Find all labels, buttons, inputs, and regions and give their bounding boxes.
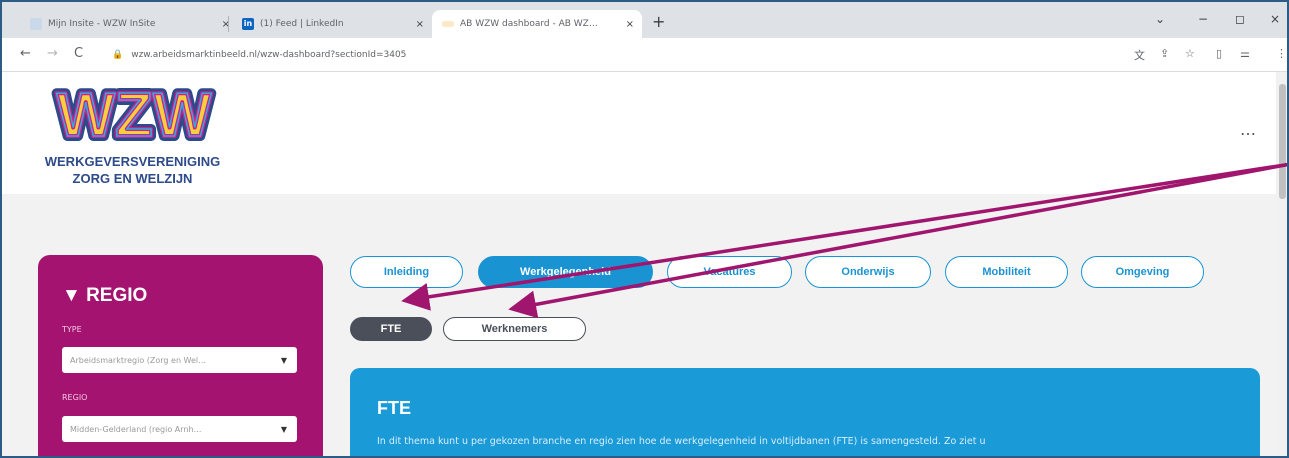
chevron-down-icon: ▼ <box>280 355 287 365</box>
screenshot-frame: Mijn Insite - WZW InSite × in (1) Feed |… <box>0 0 1289 458</box>
type-select[interactable]: Arbeidsmarktregio (Zorg en Wel… ▼ <box>62 347 297 373</box>
site-header: WZW WZW WZW WERKGEVERSVERENIGING ZORG EN… <box>2 72 1276 194</box>
subtab-fte[interactable]: FTE <box>350 317 432 341</box>
reload-icon[interactable]: C <box>74 46 83 61</box>
type-select-value: Arbeidsmarktregio (Zorg en Wel… <box>70 355 207 365</box>
tab-mobiliteit[interactable]: Mobiliteit <box>945 256 1068 288</box>
type-label: TYPE <box>62 325 82 334</box>
browser-menu-icon[interactable]: ⋮ <box>1276 47 1287 60</box>
minimize-icon[interactable]: − <box>1198 12 1208 26</box>
forward-icon[interactable]: → <box>47 46 58 61</box>
wzw-logo-letters-icon: WZW WZW WZW <box>52 76 217 144</box>
wzw-logo[interactable]: WZW WZW WZW WERKGEVERSVERENIGING ZORG EN… <box>20 76 245 194</box>
browser-toolbar: ← → C 🔒 wzw.arbeidsmarktinbeeld.nl/wzw-d… <box>2 38 1287 72</box>
regio-select-value: Midden-Gelderland (regio Arnh… <box>70 424 202 434</box>
extension-icon[interactable]: ⚌ <box>1240 47 1250 60</box>
bookmark-star-icon[interactable]: ☆ <box>1185 47 1195 60</box>
close-window-icon[interactable]: × <box>1270 12 1280 26</box>
tab-separator <box>228 16 229 32</box>
logo-subtitle-line2: ZORG EN WELZIJN <box>72 171 193 186</box>
translate-icon[interactable]: 文 <box>1134 47 1145 63</box>
close-tab-icon[interactable]: × <box>626 19 634 30</box>
page-scrollbar[interactable] <box>1276 72 1287 456</box>
address-bar[interactable]: 🔒 wzw.arbeidsmarktinbeeld.nl/wzw-dashboa… <box>112 43 1112 67</box>
lock-icon: 🔒 <box>112 50 124 60</box>
dashboard-favicon-icon <box>442 21 454 27</box>
tab-vacatures[interactable]: Vacatures <box>667 256 792 288</box>
side-panel-icon[interactable]: ▯ <box>1216 47 1222 60</box>
scrollbar-thumb[interactable] <box>1279 84 1286 199</box>
browser-tab-linkedin[interactable]: in (1) Feed | LinkedIn × <box>232 10 432 38</box>
browser-tab-insite[interactable]: Mijn Insite - WZW InSite × <box>20 10 238 38</box>
more-menu-icon[interactable]: … <box>1240 120 1257 139</box>
logo-subtitle-line1: WERKGEVERSVERENIGING <box>44 154 221 169</box>
browser-tab-dashboard[interactable]: AB WZW dashboard - AB WZ… × <box>432 10 642 38</box>
svg-text:WZW: WZW <box>57 81 212 144</box>
tab-inleiding[interactable]: Inleiding <box>350 256 463 288</box>
close-tab-icon[interactable]: × <box>416 19 424 30</box>
share-icon[interactable]: ⇪ <box>1160 47 1169 60</box>
regio-filter-panel: ▼ REGIO TYPE Arbeidsmarktregio (Zorg en … <box>38 255 323 456</box>
linkedin-favicon-icon: in <box>242 18 254 30</box>
card-title: FTE <box>377 398 411 418</box>
insite-favicon-icon <box>30 18 42 30</box>
regio-heading[interactable]: ▼ REGIO <box>62 285 147 307</box>
browser-tab-strip: Mijn Insite - WZW InSite × in (1) Feed |… <box>2 2 1287 38</box>
new-tab-button[interactable]: + <box>652 14 665 30</box>
regio-select[interactable]: Midden-Gelderland (regio Arnh… ▼ <box>62 416 297 442</box>
tab-onderwijs[interactable]: Onderwijs <box>805 256 931 288</box>
url-text: wzw.arbeidsmarktinbeeld.nl/wzw-dashboard… <box>131 50 407 60</box>
tab-title: (1) Feed | LinkedIn <box>260 19 344 29</box>
tab-title: AB WZW dashboard - AB WZ… <box>460 19 598 29</box>
chevron-down-icon: ▼ <box>280 424 287 434</box>
tab-search-icon[interactable]: ⌄ <box>1155 12 1165 26</box>
tab-omgeving[interactable]: Omgeving <box>1081 256 1204 288</box>
back-icon[interactable]: ← <box>20 46 31 61</box>
subtab-werknemers[interactable]: Werknemers <box>443 317 586 341</box>
tab-werkgelegenheid[interactable]: Werkgelegenheid <box>478 256 653 288</box>
card-description: In dit thema kunt u per gekozen branche … <box>377 436 986 447</box>
tab-title: Mijn Insite - WZW InSite <box>48 19 156 29</box>
regio-label: REGIO <box>62 393 88 402</box>
restore-icon[interactable]: ◻ <box>1235 12 1245 26</box>
fte-info-card: FTE In dit thema kunt u per gekozen bran… <box>350 368 1260 456</box>
